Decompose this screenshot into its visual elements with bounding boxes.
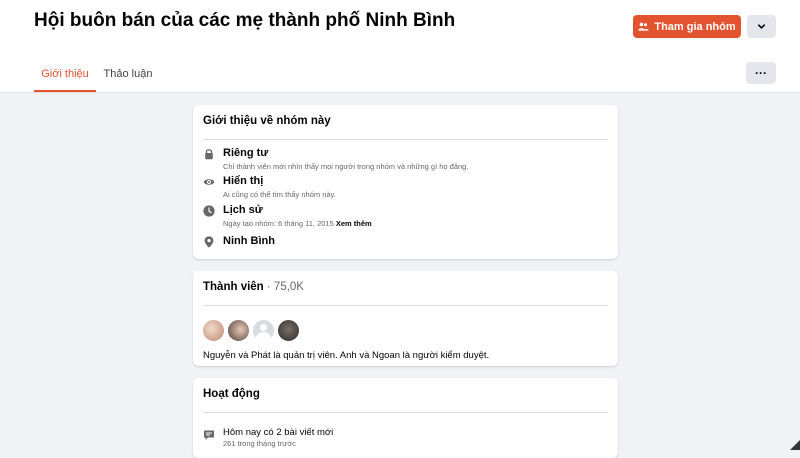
eye-icon xyxy=(203,179,215,185)
visibility-title: Hiển thị xyxy=(223,175,264,187)
members-heading: Thành viên · 75,0K xyxy=(203,281,304,293)
tab-about[interactable]: Giới thiệu xyxy=(34,62,96,92)
privacy-title: Riêng tư xyxy=(223,147,269,159)
posts-last-month: 261 trong tháng trước xyxy=(223,439,296,448)
history-desc: Ngày tạo nhóm: 6 tháng 11, 2015 Xem thêm xyxy=(223,219,372,228)
avatar[interactable] xyxy=(277,319,300,342)
more-options-button[interactable]: ··· xyxy=(746,62,776,84)
clock-icon xyxy=(203,205,215,217)
group-title: Hội buôn bán của các mẹ thành phố Ninh B… xyxy=(34,10,456,31)
group-icon xyxy=(638,22,650,31)
about-card: Giới thiệu về nhóm này Riêng tư Chỉ thàn… xyxy=(193,105,618,259)
visibility-desc: Ai cũng có thể tìm thấy nhóm này. xyxy=(223,190,336,199)
about-heading: Giới thiệu về nhóm này xyxy=(203,115,331,127)
chat-bubble-icon xyxy=(204,430,214,440)
history-title: Lịch sử xyxy=(223,204,263,216)
activity-card: Hoạt động Hôm nay có 2 bài viết mới 261 … xyxy=(193,378,618,458)
group-header: Hội buôn bán của các mẹ thành phố Ninh B… xyxy=(0,0,800,93)
avatar[interactable] xyxy=(252,319,275,342)
join-group-button[interactable]: Tham gia nhóm xyxy=(633,15,741,38)
divider xyxy=(203,139,608,140)
members-count: · 75,0K xyxy=(263,281,304,293)
privacy-desc: Chỉ thành viên mới nhìn thấy mọi người t… xyxy=(223,162,469,171)
see-more-link[interactable]: Xem thêm xyxy=(336,219,372,228)
join-group-label: Tham gia nhóm xyxy=(654,20,736,33)
lock-icon xyxy=(205,149,213,160)
divider xyxy=(203,305,608,306)
members-label: Thành viên xyxy=(203,281,264,293)
avatar[interactable] xyxy=(227,319,250,342)
activity-heading: Hoạt động xyxy=(203,388,260,400)
chevron-down-icon xyxy=(757,24,766,29)
divider xyxy=(203,412,608,413)
dropdown-button[interactable] xyxy=(747,15,776,38)
admins-text: Nguyễn và Phát là quản trị viên. Anh và … xyxy=(203,350,490,361)
location-title: Ninh Bình xyxy=(223,235,275,247)
tab-discussion[interactable]: Thảo luận xyxy=(100,62,156,92)
posts-today: Hôm nay có 2 bài viết mới xyxy=(223,427,334,438)
members-card: Thành viên · 75,0K Nguyễn và Phát là quả… xyxy=(193,271,618,366)
location-icon xyxy=(204,236,214,248)
avatar[interactable] xyxy=(202,319,225,342)
history-date: Ngày tạo nhóm: 6 tháng 11, 2015 xyxy=(223,219,334,228)
resize-handle-icon[interactable] xyxy=(790,440,800,450)
member-avatars xyxy=(202,319,300,342)
